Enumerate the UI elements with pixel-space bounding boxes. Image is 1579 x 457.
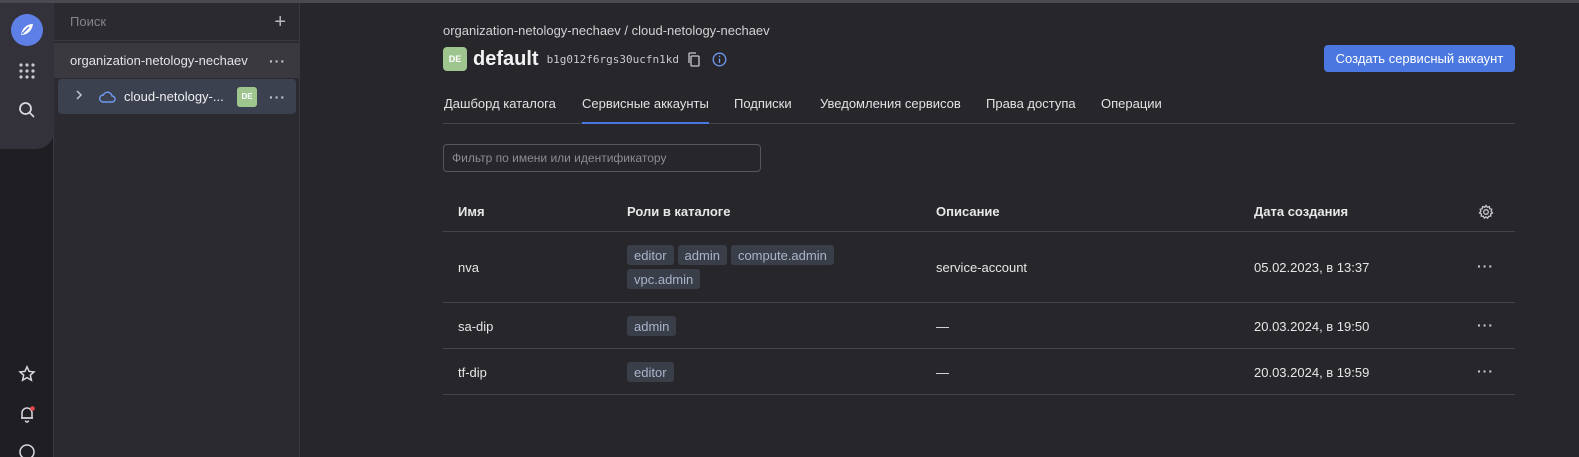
row-description: — [936, 319, 949, 334]
row-roles: editor [627, 362, 857, 382]
column-settings-gear-icon[interactable] [1478, 204, 1494, 225]
tab-subscriptions[interactable]: Подписки [734, 96, 792, 124]
favorites-star-icon[interactable] [15, 362, 39, 386]
tab-operations[interactable]: Операции [1101, 96, 1162, 124]
tab-access-rights[interactable]: Права доступа [986, 96, 1076, 124]
role-tag: editor [627, 362, 674, 382]
folder-badge: DE [443, 47, 467, 71]
row-roles: admin [627, 316, 857, 336]
role-tag: compute.admin [730, 245, 834, 265]
rail-top-panel [0, 3, 54, 149]
row-description: service-account [936, 260, 1028, 275]
search-icon[interactable] [15, 98, 39, 122]
info-icon[interactable] [712, 52, 727, 67]
row-description: — [936, 365, 949, 380]
chevron-right-icon[interactable] [74, 89, 88, 104]
notifications-bell-icon[interactable] [15, 402, 39, 426]
service-accounts-table: Имя Роли в каталоге Описание Дата создан… [443, 193, 1515, 395]
sidebar-item-organization[interactable]: organization-netology-nechaev ··· [54, 43, 300, 78]
row-menu-icon[interactable]: ··· [1477, 317, 1494, 333]
row-roles: editor admin compute.admin vpc.admin [627, 245, 857, 289]
yandex-cloud-logo-icon[interactable] [11, 14, 43, 46]
help-icon[interactable] [15, 440, 39, 457]
tab-service-accounts[interactable]: Сервисные аккаунты [582, 96, 709, 124]
column-header-description: Описание [936, 204, 1000, 219]
breadcrumb[interactable]: organization-netology-nechaev / cloud-ne… [443, 23, 770, 38]
table-row[interactable]: tf-dip editor — 20.03.2024, в 19:59 ··· [443, 349, 1515, 395]
role-tag: admin [627, 316, 677, 336]
row-created: 20.03.2024, в 19:50 [1254, 319, 1370, 334]
services-grid-icon[interactable] [15, 59, 39, 83]
cloud-badge: DE [237, 86, 257, 107]
column-header-name[interactable]: Имя [458, 204, 485, 219]
tab-service-notifications[interactable]: Уведомления сервисов [820, 96, 961, 124]
create-service-account-button[interactable]: Создать сервисный аккаунт [1324, 45, 1515, 72]
sidebar-search[interactable]: Поиск + [54, 3, 300, 41]
global-nav-rail [0, 3, 54, 457]
column-header-created[interactable]: Дата создания [1254, 204, 1348, 219]
row-menu-icon[interactable]: ··· [1477, 363, 1494, 379]
row-menu-icon[interactable]: ··· [1477, 258, 1494, 274]
row-name[interactable]: tf-dip [458, 365, 487, 380]
resource-tree-sidebar: Поиск + organization-netology-nechaev ··… [54, 3, 300, 457]
tab-catalog-dashboard[interactable]: Дашборд каталога [444, 96, 556, 124]
cloud-icon [98, 90, 116, 104]
row-created: 20.03.2024, в 19:59 [1254, 365, 1370, 380]
folder-id: b1g012f6rgs30ucfn1kd [546, 52, 680, 66]
copy-icon[interactable] [687, 51, 700, 67]
sidebar-item-cloud[interactable]: cloud-netology-... DE ··· [58, 79, 296, 114]
organization-menu-icon[interactable]: ··· [269, 53, 286, 69]
page-title-row: DE default b1g012f6rgs30ucfn1kd [443, 46, 739, 72]
cloud-label: cloud-netology-... [124, 89, 224, 104]
table-row[interactable]: nva editor admin compute.admin vpc.admin… [443, 232, 1515, 303]
plus-icon[interactable]: + [274, 12, 286, 32]
table-row[interactable]: sa-dip admin — 20.03.2024, в 19:50 ··· [443, 303, 1515, 349]
filter-input[interactable] [443, 144, 761, 172]
cloud-menu-icon[interactable]: ··· [269, 89, 286, 105]
column-header-roles: Роли в каталоге [627, 204, 731, 219]
tab-bar: Дашборд каталога Сервисные аккаунты Подп… [443, 92, 1515, 124]
page-title: default [473, 47, 539, 70]
table-header: Имя Роли в каталоге Описание Дата создан… [443, 193, 1515, 232]
organization-label: organization-netology-nechaev [70, 53, 248, 68]
row-name[interactable]: sa-dip [458, 319, 493, 334]
role-tag: editor [627, 245, 674, 265]
row-created: 05.02.2023, в 13:37 [1254, 260, 1370, 275]
sidebar-search-placeholder[interactable]: Поиск [70, 14, 274, 29]
role-tag: admin [677, 245, 727, 265]
role-tag: vpc.admin [627, 269, 701, 289]
row-name[interactable]: nva [458, 260, 479, 275]
